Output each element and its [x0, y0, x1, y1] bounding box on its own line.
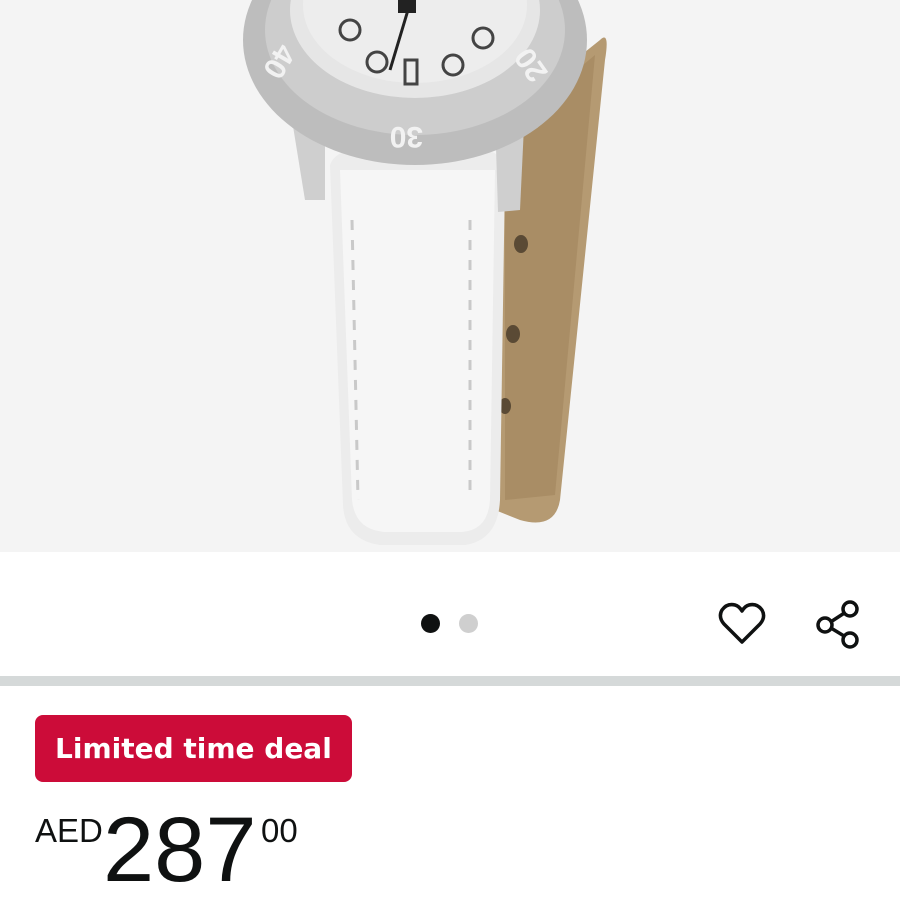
wishlist-button[interactable]	[714, 596, 770, 652]
share-button[interactable]	[810, 596, 866, 652]
price-whole: 287	[103, 799, 257, 901]
gallery-dot-active[interactable]	[421, 614, 440, 633]
limited-time-deal-badge: Limited time deal	[35, 715, 352, 782]
share-icon	[816, 600, 859, 649]
bezel-number-30: 30	[390, 120, 423, 153]
gallery-dot[interactable]	[459, 614, 478, 633]
price-fraction: 00	[261, 812, 298, 849]
product-image[interactable]: 40 30 20	[0, 0, 900, 552]
price-currency: AED	[35, 812, 103, 849]
watch-illustration: 40 30 20	[243, 0, 607, 545]
heart-outline-icon	[718, 602, 766, 644]
section-divider	[0, 676, 900, 686]
